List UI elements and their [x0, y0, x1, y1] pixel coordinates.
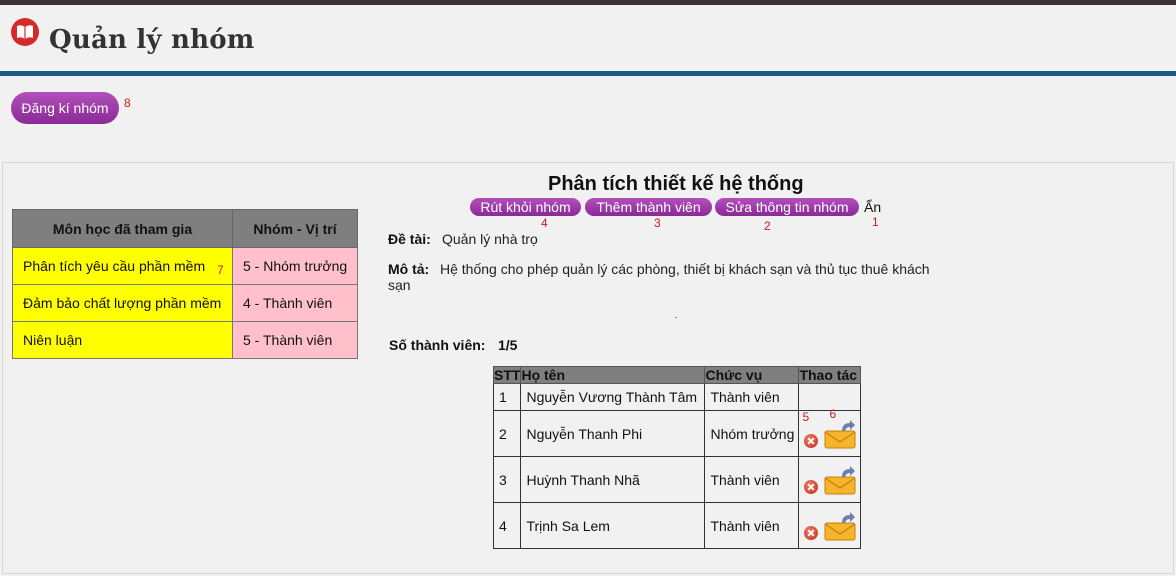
book-icon [11, 18, 39, 46]
member-stt: 1 [492, 383, 522, 411]
subject-group: 5 - Nhóm trưởng [232, 247, 358, 285]
subjects-header-subject: Môn học đã tham gia [12, 209, 233, 248]
annotation-5: 5 [802, 410, 810, 424]
member-name: Nguyễn Vương Thành Tâm [520, 383, 706, 411]
description-label: Mô tả: [388, 261, 430, 277]
header-divider [0, 71, 1176, 76]
member-actions: 5 6 [798, 407, 862, 457]
member-row: 2 Nguyễn Thanh Phi Nhóm trưởng 5 6 [492, 407, 862, 457]
annotation-2: 2 [764, 219, 771, 233]
send-mail-icon[interactable] [824, 465, 856, 495]
delete-icon[interactable] [804, 480, 819, 494]
members-header-stt: STT [492, 366, 522, 384]
member-count-label: Số thành viên: [389, 337, 486, 353]
register-group-button[interactable]: Đăng kí nhóm [11, 92, 119, 124]
topic-label: Đề tài: [388, 231, 431, 247]
hide-link[interactable]: Ẩn [864, 199, 881, 215]
annotation-8: 8 [124, 96, 131, 110]
subject-row[interactable]: Niên luận 5 - Thành viên [12, 321, 358, 359]
subject-row[interactable]: Phân tích yêu cầu phần mềm 7 5 - Nhóm trư… [12, 247, 358, 285]
members-header-name: Họ tên [520, 366, 706, 384]
members-header-actions: Thao tác [798, 366, 862, 384]
subject-name[interactable]: Phân tích yêu cầu phần mềm 7 [12, 247, 233, 285]
page-title: Quản lý nhóm [49, 25, 255, 55]
member-name: Huỳnh Thanh Nhã [520, 456, 706, 503]
send-mail-icon[interactable] [824, 511, 856, 541]
member-role: Thành viên [704, 456, 800, 503]
subject-name[interactable]: Niên luận [12, 321, 233, 359]
member-row: 4 Trịnh Sa Lem Thành viên [492, 502, 862, 549]
add-member-button[interactable]: Thêm thành viên [585, 198, 712, 216]
member-actions [798, 502, 862, 549]
page-header: Quản lý nhóm [0, 5, 1176, 71]
member-stt: 3 [492, 456, 522, 503]
group-title: Phân tích thiết kế hệ thống [548, 173, 804, 195]
edit-group-button[interactable]: Sửa thông tin nhóm [715, 198, 859, 216]
member-row: 3 Huỳnh Thanh Nhã Thành viên [492, 456, 862, 503]
members-header-role: Chức vụ [704, 366, 800, 384]
send-mail-icon[interactable] [824, 419, 856, 449]
subject-group: 5 - Thành viên [232, 321, 358, 359]
member-name: Trịnh Sa Lem [520, 502, 706, 549]
member-name: Nguyễn Thanh Phi [520, 410, 706, 457]
subject-name[interactable]: Đảm bảo chất lượng phần mềm [12, 284, 233, 322]
leave-group-button[interactable]: Rút khỏi nhóm [470, 198, 581, 216]
subject-group: 4 - Thành viên [232, 284, 358, 322]
separator-dot [675, 317, 677, 318]
members-table: STT Họ tên Chức vụ Thao tác 1 Nguyễn Vươ… [492, 366, 862, 549]
member-stt: 4 [492, 502, 522, 549]
annotation-1: 1 [872, 215, 879, 229]
member-role: Thành viên [704, 502, 800, 549]
member-role: Nhóm trưởng [704, 410, 800, 457]
subjects-header-group: Nhóm - Vị trí [232, 209, 358, 248]
annotation-4: 4 [541, 216, 548, 230]
member-role: Thành viên [704, 383, 800, 411]
description-line-2: sạn [388, 277, 411, 293]
annotation-3: 3 [654, 216, 661, 230]
subject-row[interactable]: Đảm bảo chất lượng phần mềm 4 - Thành vi… [12, 284, 358, 322]
member-actions [798, 456, 862, 503]
member-stt: 2 [492, 410, 522, 457]
member-count-value: 1/5 [498, 337, 518, 353]
topic-value: Quản lý nhà trọ [442, 231, 538, 247]
delete-icon[interactable] [804, 526, 819, 540]
annotation-7: 7 [217, 263, 224, 277]
member-row: 1 Nguyễn Vương Thành Tâm Thành viên [492, 383, 862, 411]
delete-icon[interactable] [804, 434, 819, 448]
joined-subjects-table: Môn học đã tham gia Nhóm - Vị trí Phân t… [12, 209, 358, 359]
description-line-1: Hệ thống cho phép quản lý các phòng, thi… [440, 261, 930, 277]
